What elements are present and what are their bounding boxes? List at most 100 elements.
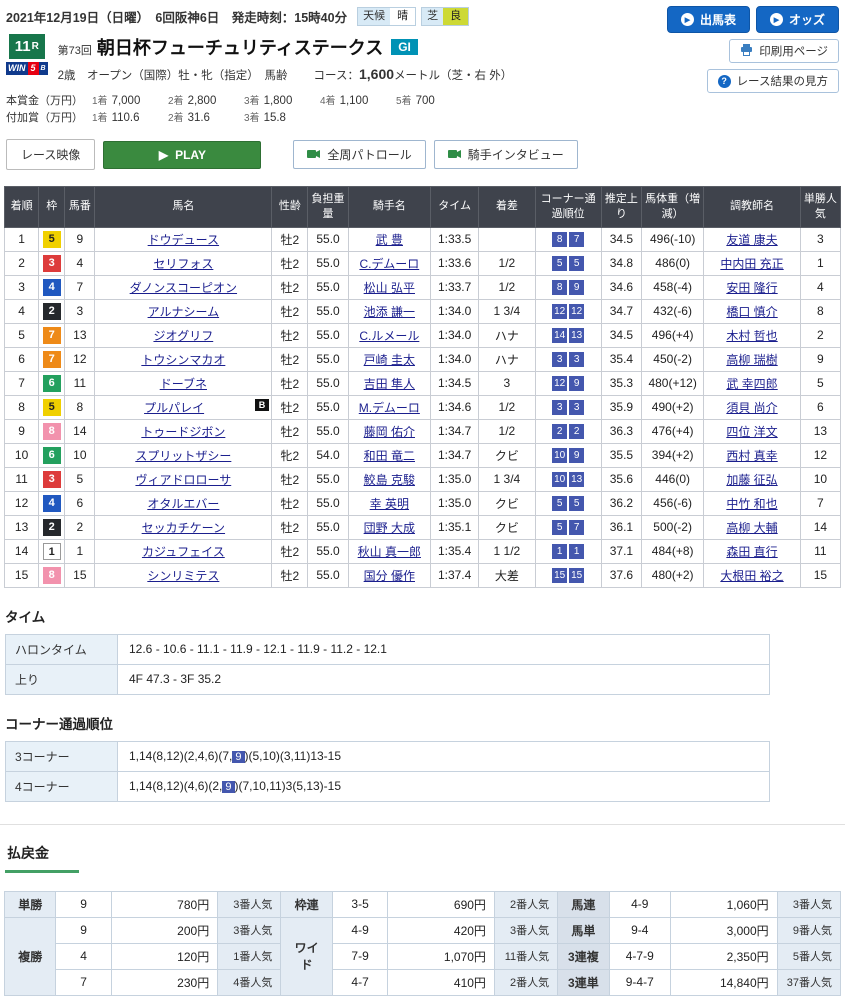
corner4-value: 1,14(8,12)(4,6)(2,9)(7,10,11)3(5,13)-15 [118, 771, 770, 801]
win-favorite-rank: 8 [800, 299, 840, 323]
corner-position-badge: 1 [552, 544, 567, 559]
corner-order: 33 [535, 395, 601, 419]
sex-age: 牡2 [272, 371, 308, 395]
jockey-name-link[interactable]: 武 豊 [376, 233, 403, 247]
print-page-button[interactable]: 印刷用ページ [729, 39, 839, 63]
corner-order: 1515 [535, 563, 601, 587]
trainer-name-link[interactable]: 武 幸四郎 [726, 377, 777, 391]
trainer-name-link[interactable]: 高柳 大輔 [726, 521, 777, 535]
jockey-name-link[interactable]: 池添 謙一 [364, 305, 415, 319]
weight-carried: 55.0 [308, 515, 348, 539]
horse-name-link[interactable]: スプリットザシー [135, 449, 231, 463]
estimated-last3f: 34.6 [601, 275, 641, 299]
odds-button[interactable]: ▶ オッズ [756, 6, 839, 33]
margin: 1 3/4 [479, 299, 535, 323]
trainer-name-link[interactable]: 森田 直行 [726, 545, 777, 559]
horse-number: 13 [65, 323, 95, 347]
weight-carried: 55.0 [308, 395, 348, 419]
trainer-name-link[interactable]: 橋口 慎介 [726, 305, 777, 319]
print-page-label: 印刷用ページ [759, 43, 828, 59]
estimated-last3f: 35.9 [601, 395, 641, 419]
horse-name-link[interactable]: プルパレイ [144, 401, 204, 415]
horse-name-link[interactable]: オタルエバー [147, 497, 219, 511]
payout-combination: 7 [56, 969, 111, 995]
corner-position-badge: 3 [569, 400, 584, 415]
estimated-last3f: 35.3 [601, 371, 641, 395]
jockey-name-link[interactable]: 国分 優作 [364, 569, 415, 583]
payout-popularity: 2番人気 [494, 891, 557, 917]
jockey-name-link[interactable]: 幸 英明 [370, 497, 409, 511]
play-button[interactable]: ▶ PLAY [103, 141, 261, 169]
table-row: 4 2 3 アルナシーム 牡2 55.0 池添 謙一 1:34.0 1 3/4 … [5, 299, 841, 323]
win-favorite-rank: 6 [800, 395, 840, 419]
jockey-name-link[interactable]: 藤岡 佑介 [364, 425, 415, 439]
horse-name-link[interactable]: トゥードジボン [141, 425, 225, 439]
sex-age: 牡2 [272, 491, 308, 515]
race-video-button[interactable]: レース映像 [6, 139, 95, 170]
horse-name-link[interactable]: カジュフェイス [142, 545, 225, 559]
trainer-name-link[interactable]: 安田 隆行 [726, 281, 777, 295]
horse-name-link[interactable]: セッカチケーン [142, 521, 225, 535]
payout-amount: 780円 [111, 891, 217, 917]
weather-value: 晴 [390, 8, 415, 25]
finish-time: 1:34.6 [431, 395, 479, 419]
horse-name-link[interactable]: ドウデュース [148, 233, 219, 247]
margin: クビ [479, 491, 535, 515]
horse-name-link[interactable]: トウシンマカオ [141, 353, 225, 367]
corner-position-badge: 8 [552, 280, 567, 295]
trainer-name-link[interactable]: 加藤 征弘 [726, 473, 777, 487]
corner-position-badge: 3 [569, 352, 584, 367]
corner-order: 11 [535, 539, 601, 563]
horse-name-link[interactable]: セリフォス [153, 257, 213, 271]
corner-position-badge: 5 [569, 496, 584, 511]
horse-name-link[interactable]: ダノンスコーピオン [130, 281, 237, 295]
trainer-name-link[interactable]: 中内田 充正 [720, 257, 783, 271]
patrol-video-button[interactable]: 全周パトロール [293, 140, 425, 169]
frame-number-badge: 7 [43, 351, 61, 368]
prize-value: 110.6 [112, 110, 140, 127]
sex-age: 牝2 [272, 443, 308, 467]
trainer-name-link[interactable]: 大根田 裕之 [720, 569, 783, 583]
jockey-name-link[interactable]: 和田 竜二 [364, 449, 415, 463]
corner-position-badge: 10 [552, 472, 567, 487]
result-guide-button[interactable]: ? レース結果の見方 [707, 69, 839, 93]
trainer-name-link[interactable]: 須貝 尚介 [726, 401, 777, 415]
shutsuba-button[interactable]: ▶ 出馬表 [667, 6, 750, 33]
finish-position: 3 [5, 275, 39, 299]
jockey-name-link[interactable]: 鮫島 克駿 [364, 473, 415, 487]
prize-rank: 2着 [168, 110, 184, 127]
horse-name-link[interactable]: ジオグリフ [153, 329, 213, 343]
win-favorite-rank: 2 [800, 323, 840, 347]
horse-number: 3 [65, 299, 95, 323]
race-date-line: 2021年12月19日（日曜） 6回阪神6日 発走時刻：15時40分 [6, 7, 347, 26]
jockey-name-link[interactable]: M.デムーロ [359, 401, 420, 415]
jockey-name-link[interactable]: 松山 弘平 [364, 281, 415, 295]
horse-name-link[interactable]: ドーブネ [160, 377, 207, 391]
horse-bodyweight: 496(+4) [642, 323, 704, 347]
trainer-name-link[interactable]: 友道 康夫 [726, 233, 777, 247]
trainer-name-link[interactable]: 西村 真幸 [726, 449, 777, 463]
jockey-name-link[interactable]: C.デムーロ [359, 257, 419, 271]
trainer-name-link[interactable]: 四位 洋文 [726, 425, 777, 439]
trainer-name-link[interactable]: 木村 哲也 [726, 329, 777, 343]
jockey-name-link[interactable]: 秋山 真一郎 [358, 545, 421, 559]
win5-5-text: 5 [28, 62, 39, 75]
corner-order: 1013 [535, 467, 601, 491]
horse-name-link[interactable]: ヴィアドロローサ [135, 473, 231, 487]
corner-order: 1212 [535, 299, 601, 323]
horse-name-link[interactable]: アルナシーム [148, 305, 220, 319]
trainer-name-link[interactable]: 中竹 和也 [726, 497, 777, 511]
finish-position: 12 [5, 491, 39, 515]
jockey-name-link[interactable]: 戸崎 圭太 [364, 353, 415, 367]
patrol-video-label: 全周パトロール [327, 146, 411, 163]
trainer-name-link[interactable]: 高柳 瑞樹 [726, 353, 777, 367]
jockey-interview-button[interactable]: 騎手インタビュー [434, 140, 578, 169]
jockey-name-link[interactable]: 団野 大成 [364, 521, 415, 535]
win5-badge[interactable]: WIN5B [6, 62, 48, 75]
jockey-name-link[interactable]: C.ルメール [359, 329, 419, 343]
payout-row: 4 120円 1番人気 7-9 1,070円 11番人気 3連複 4-7-9 2… [5, 943, 841, 969]
horse-name-link[interactable]: シンリミテス [147, 569, 219, 583]
corner-position-badge: 7 [569, 520, 584, 535]
jockey-name-link[interactable]: 吉田 隼人 [364, 377, 415, 391]
corner-order: 109 [535, 443, 601, 467]
